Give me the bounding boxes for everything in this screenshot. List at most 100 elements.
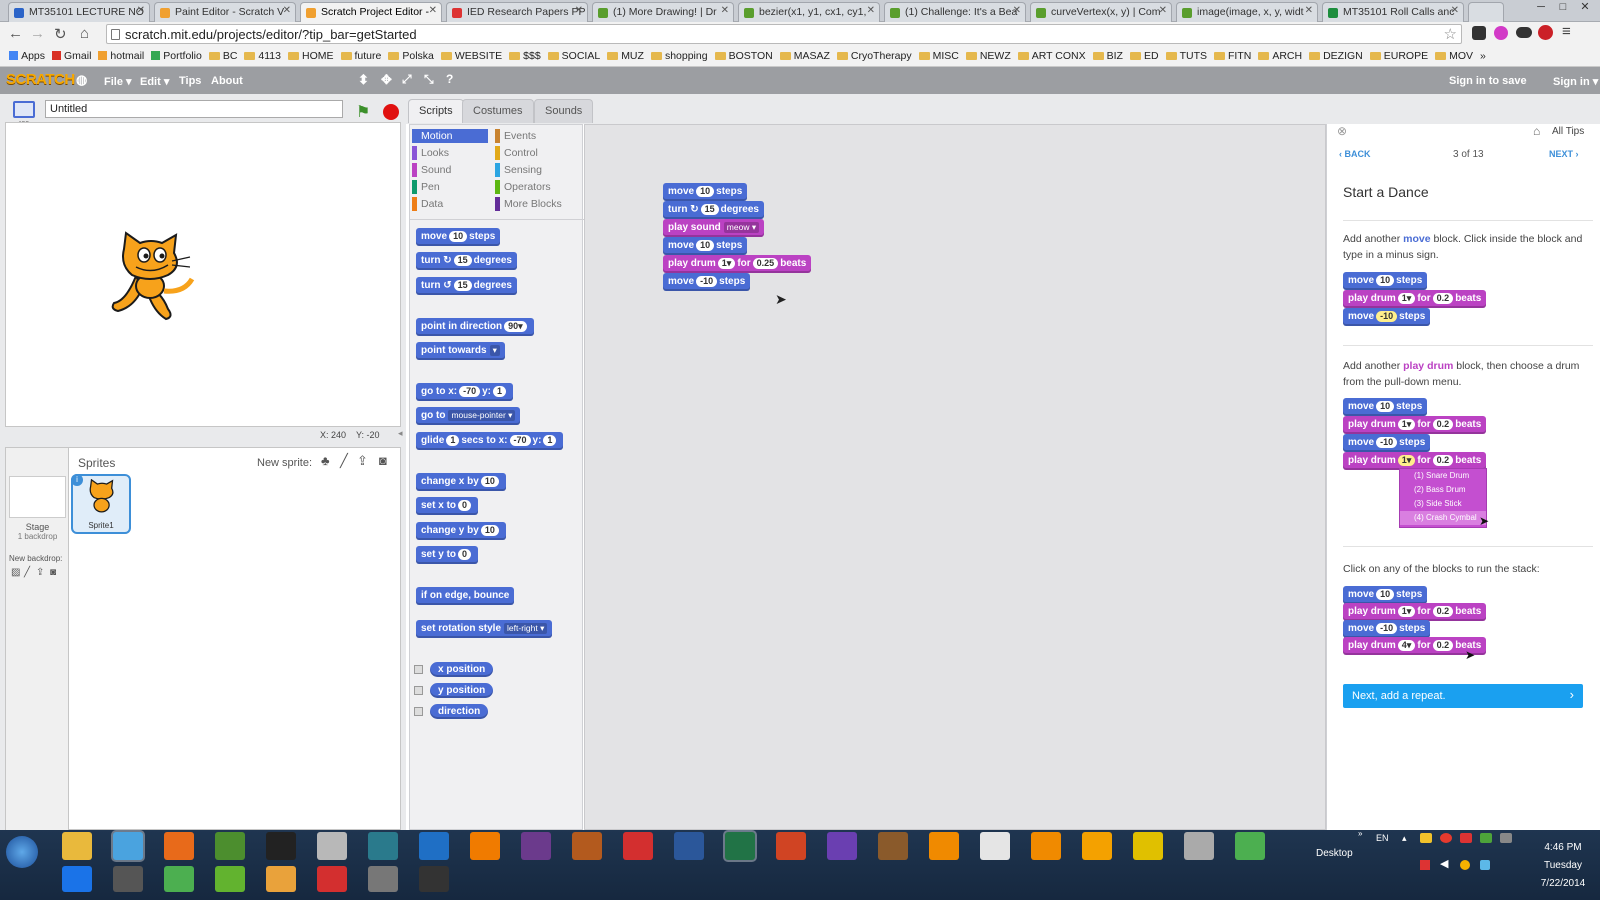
bookmark-item[interactable]: BC xyxy=(208,50,237,62)
backdrop-library-icon[interactable]: ▨ xyxy=(11,567,20,578)
bookmark-item[interactable]: TUTS xyxy=(1165,50,1207,62)
fullscreen-icon[interactable] xyxy=(13,101,35,118)
taskbar-app-icon[interactable] xyxy=(521,832,551,860)
upload-sprite-icon[interactable]: ⇪ xyxy=(357,453,368,469)
close-tab-icon[interactable]: ✕ xyxy=(1305,5,1313,16)
close-tab-icon[interactable]: ✕ xyxy=(1013,5,1021,16)
bookmark-item[interactable]: shopping xyxy=(650,50,708,62)
collapse-stage-icon[interactable]: ◂ xyxy=(398,428,403,439)
tip-move-negative-block[interactable]: move -10 steps xyxy=(1343,434,1431,452)
taskbar-app-icon[interactable] xyxy=(1082,832,1112,860)
shrink-icon[interactable]: ⤡ xyxy=(424,72,434,87)
browser-tab[interactable]: image(image, x, y, widt ✕ xyxy=(1176,2,1318,22)
more-bookmarks-icon[interactable]: » xyxy=(1480,50,1486,62)
browser-tab[interactable]: (1) More Drawing! | Dr ✕ xyxy=(592,2,734,22)
taskbar-app-icon[interactable] xyxy=(572,832,602,860)
taskbar-app-icon[interactable] xyxy=(878,832,908,860)
tab-costumes[interactable]: Costumes xyxy=(462,99,534,123)
taskbar-app-icon[interactable] xyxy=(674,832,704,860)
taskbar-app-icon[interactable] xyxy=(725,832,755,860)
browser-tab[interactable]: Paint Editor - Scratch V ✕ xyxy=(154,2,296,22)
browser-tab[interactable]: bezier(x1, y1, cx1, cy1, ✕ xyxy=(738,2,880,22)
minimize-icon[interactable]: ─ xyxy=(1530,1,1552,17)
green-flag-icon[interactable]: ⚑ xyxy=(356,102,370,122)
new-tab-button[interactable] xyxy=(1468,2,1504,22)
palette-goto-xy-block[interactable]: go to x: -70 y: 1 xyxy=(416,383,514,401)
script-turn-block[interactable]: turn ↻ 15 degrees xyxy=(663,201,764,219)
bookmark-item[interactable]: Portfolio xyxy=(151,50,202,62)
bookmark-item[interactable]: ART CONX xyxy=(1017,50,1086,62)
cloud-extension-icon[interactable] xyxy=(1516,27,1532,38)
help-icon[interactable]: ? xyxy=(446,72,453,86)
drum-option[interactable]: (3) Side Stick xyxy=(1400,497,1486,511)
drum-option[interactable]: (1) Snare Drum xyxy=(1400,469,1486,483)
volume-icon[interactable]: ◀ xyxy=(1440,857,1448,870)
bookmark-item[interactable]: NEWZ xyxy=(965,50,1011,62)
category-sound[interactable]: Sound xyxy=(412,163,488,177)
bookmark-item[interactable]: Polska xyxy=(388,50,434,62)
grow-icon[interactable]: ⤢ xyxy=(402,72,412,87)
tray-arrow-icon[interactable]: ▴ xyxy=(1402,833,1407,844)
bookmark-item[interactable]: $$$ xyxy=(509,50,541,62)
script-play-sound-block[interactable]: play sound meow ▾ xyxy=(663,219,765,237)
close-tab-icon[interactable]: ✕ xyxy=(721,5,729,16)
browser-tab[interactable]: curveVertex(x, y) | Com ✕ xyxy=(1030,2,1172,22)
duplicate-icon[interactable]: ⬍ xyxy=(358,72,369,88)
taskbar-app-icon[interactable] xyxy=(368,832,398,860)
palette-glide-block[interactable]: glide 1 secs to x: -70 y: 1 xyxy=(416,432,564,450)
tips-menu[interactable]: Tips xyxy=(179,75,201,87)
tray-expand-icon[interactable]: » xyxy=(1358,829,1362,838)
bookmark-item[interactable]: SOCIAL xyxy=(547,50,600,62)
category-events[interactable]: Events xyxy=(495,129,571,143)
category-operators[interactable]: Operators xyxy=(495,180,571,194)
taskbar-app-icon[interactable] xyxy=(776,832,806,860)
taskbar-app-icon[interactable] xyxy=(623,832,653,860)
tip-move-negative-block[interactable]: move -10 steps xyxy=(1343,620,1431,638)
bookmark-item[interactable]: hotmail xyxy=(98,50,144,62)
drum-option[interactable]: (2) Bass Drum xyxy=(1400,483,1486,497)
category-motion[interactable]: Motion xyxy=(412,129,488,143)
script-area[interactable]: move 10 steps turn ↻ 15 degrees play sound me… xyxy=(584,124,1326,830)
upload-backdrop-icon[interactable]: ⇪ xyxy=(36,567,44,578)
category-control[interactable]: Control xyxy=(495,146,571,160)
taskbar-app-icon[interactable] xyxy=(164,832,194,860)
desktop-label[interactable]: Desktop xyxy=(1316,848,1353,859)
bookmark-item[interactable]: MUZ xyxy=(607,50,644,62)
y-position-checkbox[interactable] xyxy=(414,686,423,695)
sprite-library-icon[interactable]: ♣ xyxy=(321,453,330,468)
close-tab-icon[interactable]: ✕ xyxy=(867,5,875,16)
menu-icon[interactable]: ≡ xyxy=(1562,23,1571,40)
drum-option[interactable]: (4) Crash Cymbal xyxy=(1400,511,1486,525)
taskbar-app-icon[interactable] xyxy=(266,866,296,892)
close-tips-icon[interactable]: ⊗ xyxy=(1337,124,1347,138)
palette-x-position-reporter[interactable]: x position xyxy=(430,662,494,677)
sign-in-menu[interactable]: Sign in ▾ xyxy=(1553,75,1598,88)
reload-icon[interactable]: ↻ xyxy=(54,25,67,43)
tray-app-icon[interactable] xyxy=(1480,833,1492,843)
browser-tab[interactable]: (1) Challenge: It's a Bea ✕ xyxy=(884,2,1026,22)
palette-turn-right-block[interactable]: turn ↻ 15 degrees xyxy=(416,252,517,270)
paint-sprite-icon[interactable]: ╱ xyxy=(340,453,348,469)
star-icon[interactable]: ☆ xyxy=(1444,25,1457,43)
home-tips-icon[interactable]: ⌂ xyxy=(1533,124,1540,138)
script-move-block[interactable]: move 10 steps xyxy=(663,237,748,255)
bookmark-item[interactable]: HOME xyxy=(288,50,334,62)
bookmark-item[interactable]: DEZIGN xyxy=(1309,50,1363,62)
taskbar-app-icon[interactable] xyxy=(368,866,398,892)
category-pen[interactable]: Pen xyxy=(412,180,488,194)
taskbar-app-icon[interactable] xyxy=(1235,832,1265,860)
taskbar-app-icon[interactable] xyxy=(164,866,194,892)
tab-scripts[interactable]: Scripts xyxy=(408,99,464,123)
tip-move-negative-block[interactable]: move -10 steps xyxy=(1343,308,1431,326)
taskbar-app-icon[interactable] xyxy=(317,832,347,860)
taskbar-app-icon[interactable] xyxy=(215,866,245,892)
taskbar-app-icon[interactable] xyxy=(419,832,449,860)
browser-tab[interactable]: MT35101 Roll Calls anc ✕ xyxy=(1322,2,1464,22)
extension-icon[interactable] xyxy=(1472,26,1486,40)
taskbar-app-icon[interactable] xyxy=(419,866,449,892)
category-looks[interactable]: Looks xyxy=(412,146,488,160)
about-menu[interactable]: About xyxy=(211,75,243,87)
file-menu[interactable]: File ▾ xyxy=(104,75,132,88)
bookmark-item[interactable]: CryoTherapy xyxy=(836,50,912,62)
drum-dropdown-menu[interactable]: (1) Snare Drum (2) Bass Drum (3) Side Stic… xyxy=(1399,468,1487,528)
